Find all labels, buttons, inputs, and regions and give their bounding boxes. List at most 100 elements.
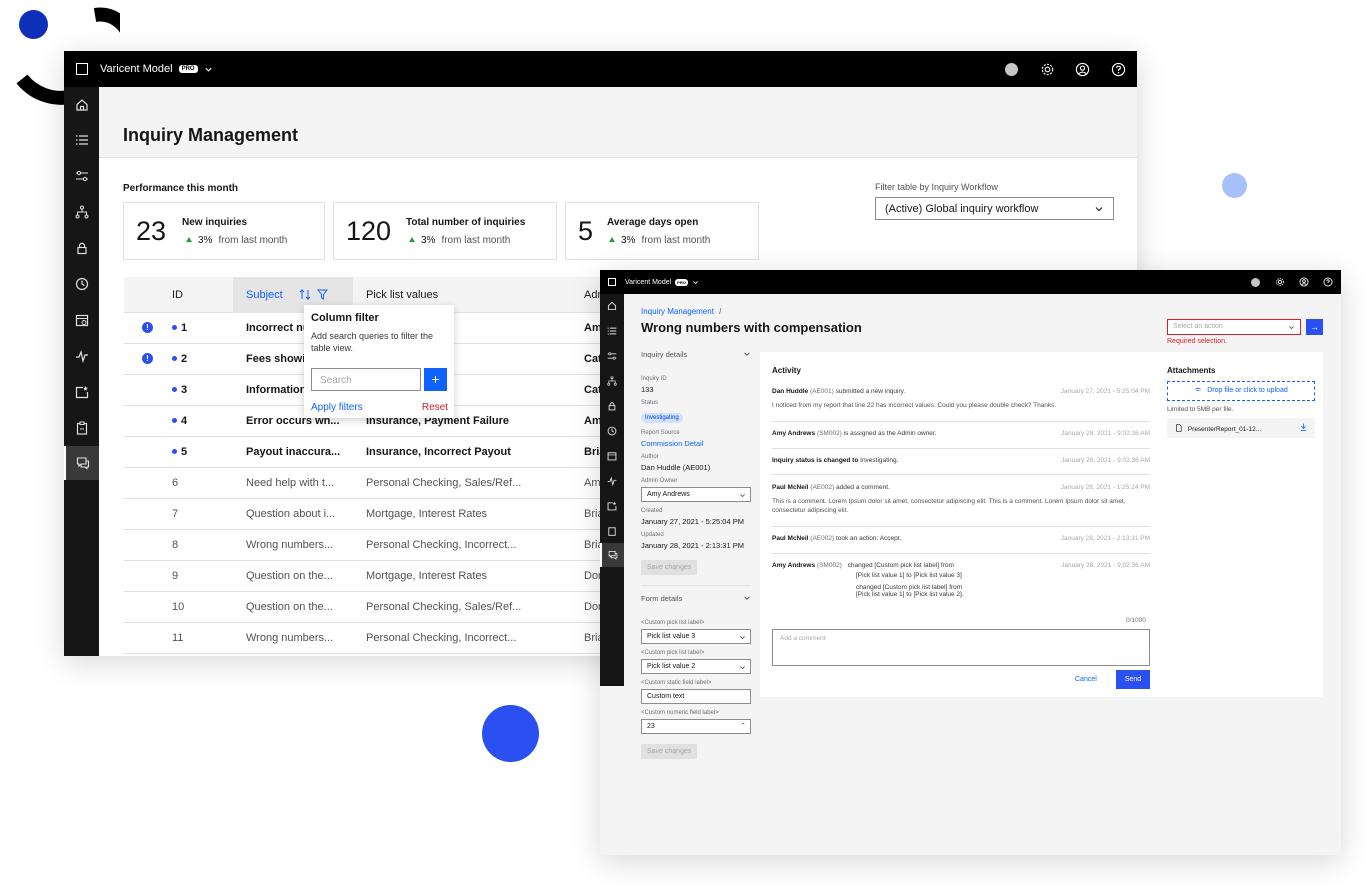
sort-icon[interactable] xyxy=(299,289,311,300)
field-label: Inquiry ID xyxy=(641,376,667,382)
divider xyxy=(772,421,1150,422)
stat-change: 3% from last month xyxy=(609,235,710,246)
activity-item: Amy Andrews (SM002) is assigned as the A… xyxy=(772,430,1150,437)
app-name: Varicent Model xyxy=(625,278,672,286)
list-icon[interactable] xyxy=(600,318,624,343)
cell-id: 3 xyxy=(172,384,187,396)
sliders-icon[interactable] xyxy=(64,158,99,194)
calendar-icon[interactable] xyxy=(600,443,624,468)
side-nav xyxy=(600,294,624,686)
hierarchy-icon[interactable] xyxy=(64,194,99,230)
download-icon[interactable] xyxy=(1300,423,1307,431)
stat-card-new: 23 New inquiries 3% from last month xyxy=(123,202,325,260)
reset-filters-link[interactable]: Reset xyxy=(422,402,448,413)
gear-icon[interactable] xyxy=(1040,62,1055,77)
attachment-file[interactable]: PresenterReport_01-12... xyxy=(1167,418,1315,438)
save-form-button[interactable]: Save changes xyxy=(641,744,698,759)
star-calendar-icon[interactable] xyxy=(64,374,99,410)
home-icon[interactable] xyxy=(600,294,624,318)
column-header-picklist[interactable]: Pick list values xyxy=(366,289,438,301)
submit-action-button[interactable]: → xyxy=(1306,319,1323,335)
author-value: Dan Huddle (AE001) xyxy=(641,463,711,472)
activity-title: Activity xyxy=(772,366,801,375)
user-icon[interactable] xyxy=(1299,277,1309,287)
workflow-filter-label: Filter table by Inquiry Workflow xyxy=(875,182,998,192)
status-dot[interactable] xyxy=(1251,277,1260,287)
report-source-link[interactable]: Commission Detail xyxy=(641,439,751,448)
app-switcher[interactable]: Varicent Model PRO xyxy=(608,278,699,286)
popover-title: Column filter xyxy=(311,312,379,324)
help-icon[interactable] xyxy=(1111,62,1126,77)
star-calendar-icon[interactable] xyxy=(600,493,624,518)
hierarchy-icon[interactable] xyxy=(600,368,624,393)
admin-owner-select[interactable]: Amy Andrews xyxy=(641,487,751,502)
activity-item: Dan Huddle (AE001) submitted a new inqui… xyxy=(772,388,1150,409)
breadcrumb-link[interactable]: Inquiry Management xyxy=(641,307,714,316)
activity-item: Inquiry status is changed to Investigati… xyxy=(772,457,1150,464)
unread-dot xyxy=(172,325,177,330)
file-name: PresenterReport_01-12... xyxy=(1187,426,1262,433)
action-select[interactable]: Select an action xyxy=(1167,319,1301,335)
chevron-down-icon xyxy=(204,67,212,72)
cell-id: 8 xyxy=(172,539,179,551)
chevron-down-icon xyxy=(740,636,745,640)
clock-icon[interactable] xyxy=(600,418,624,443)
send-button[interactable]: Send xyxy=(1116,670,1150,689)
save-details-button[interactable]: Save changes xyxy=(641,560,698,575)
sliders-icon[interactable] xyxy=(600,343,624,368)
drop-label: Drop file or click to upload xyxy=(1207,387,1288,394)
lock-icon[interactable] xyxy=(600,393,624,418)
stat-value: 5 xyxy=(578,216,594,246)
chevron-down-icon xyxy=(744,352,750,356)
square-icon xyxy=(608,278,616,286)
decorative-dot-light xyxy=(1222,173,1247,198)
gear-icon[interactable] xyxy=(1275,277,1285,287)
activity-icon[interactable] xyxy=(600,468,624,493)
section-title: Inquiry details xyxy=(641,350,688,359)
apply-filters-link[interactable]: Apply filters xyxy=(311,402,363,413)
created-value: January 27, 2021 - 5:25:04 PM xyxy=(641,517,744,526)
activity-icon[interactable] xyxy=(64,338,99,374)
calendar-icon[interactable] xyxy=(64,302,99,338)
clipboard-icon[interactable] xyxy=(64,410,99,446)
user-icon[interactable] xyxy=(1075,62,1090,77)
unread-dot xyxy=(172,418,177,423)
stepper-icon[interactable]: ⌃ xyxy=(740,722,746,730)
app-switcher[interactable]: Varicent Model PRO xyxy=(76,63,213,75)
column-header-id[interactable]: ID xyxy=(172,289,183,301)
custom-picklist-1[interactable]: Pick list value 3 xyxy=(641,629,751,644)
filter-icon[interactable] xyxy=(317,289,328,300)
comment-input[interactable]: Add a comment xyxy=(772,629,1150,666)
cell-id: 7 xyxy=(172,508,179,520)
clipboard-icon[interactable] xyxy=(600,518,624,543)
field-label: Created xyxy=(641,508,663,514)
custom-numeric-stepper[interactable]: 23 ⌃ xyxy=(641,719,751,734)
top-bar: Varicent Model PRO xyxy=(600,270,1341,294)
side-nav xyxy=(64,87,99,656)
workflow-filter-value: (Active) Global inquiry workflow xyxy=(885,203,1039,215)
chat-icon[interactable] xyxy=(600,543,624,567)
status-dot[interactable] xyxy=(1005,62,1018,76)
workflow-filter-select[interactable]: (Active) Global inquiry workflow xyxy=(875,197,1114,220)
stat-label: New inquiries xyxy=(182,217,248,228)
clock-icon[interactable] xyxy=(64,266,99,302)
filter-search-input[interactable]: Search xyxy=(311,368,421,391)
alert-icon: ! xyxy=(142,353,153,364)
cell-id: 5 xyxy=(172,446,187,458)
add-filter-button[interactable]: + xyxy=(424,368,447,391)
inquiry-details-header[interactable]: Inquiry details xyxy=(641,350,751,370)
form-details-header[interactable]: Form details xyxy=(641,594,751,614)
file-drop-zone[interactable]: Drop file or click to upload xyxy=(1167,381,1315,401)
list-icon[interactable] xyxy=(64,122,99,158)
cancel-button[interactable]: Cancel xyxy=(1075,676,1097,683)
lock-icon[interactable] xyxy=(64,230,99,266)
help-icon[interactable] xyxy=(1323,277,1333,287)
static-value: Custom text xyxy=(647,693,685,700)
field-label: Report Source xyxy=(641,430,680,436)
custom-picklist-2[interactable]: Pick list value 2 xyxy=(641,659,751,674)
home-icon[interactable] xyxy=(64,87,99,122)
cell-id: 9 xyxy=(172,570,179,582)
custom-static-field[interactable]: Custom text xyxy=(641,689,751,704)
stat-change: 3% from last month xyxy=(186,235,287,246)
chat-icon[interactable] xyxy=(64,446,99,480)
